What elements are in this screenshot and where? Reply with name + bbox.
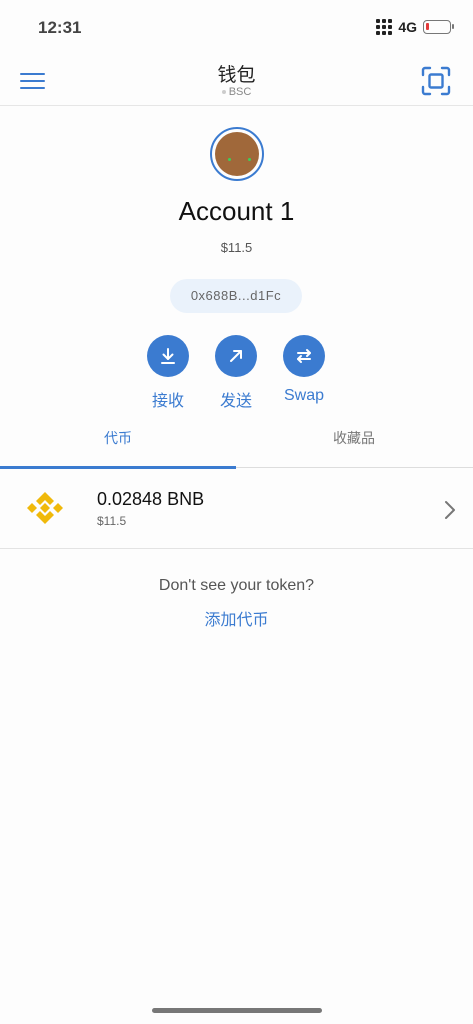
status-indicators: 4G — [376, 19, 454, 35]
signal-icon — [376, 19, 393, 35]
page-title: 钱包 — [217, 65, 256, 86]
tab-tokens[interactable]: 代币 — [0, 418, 236, 468]
network-dot-icon — [221, 90, 226, 94]
account-avatar[interactable] — [210, 127, 264, 181]
account-address[interactable]: 0x688B...d1Fc — [170, 279, 302, 313]
account-name[interactable]: Account 1 — [0, 196, 473, 227]
bnb-logo-icon — [27, 492, 63, 524]
token-row[interactable]: 0.02848 BNB $11.5 — [0, 469, 473, 549]
status-time: 12:31 — [38, 18, 82, 37]
receive-button[interactable]: 接收 — [133, 335, 203, 411]
tab-collectibles[interactable]: 收藏品 — [236, 418, 472, 468]
token-amount: 0.02848 BNB — [97, 489, 205, 509]
send-label: 发送 — [219, 393, 252, 410]
battery-icon — [423, 20, 454, 34]
scan-icon — [421, 66, 451, 96]
battery-level — [426, 23, 429, 30]
chevron-right-icon — [445, 501, 455, 519]
account-balance: $11.5 — [220, 240, 253, 255]
missing-token-prompt: Don't see your token? — [158, 577, 315, 594]
swap-label: Swap — [283, 387, 325, 404]
network-type: 4G — [398, 19, 417, 35]
status-bar: 12:31 4G — [0, 0, 473, 56]
avatar-image — [215, 132, 259, 176]
arrow-up-right-icon — [230, 350, 242, 362]
home-indicator[interactable] — [152, 1008, 322, 1013]
app-header: 钱包 BSC — [0, 56, 473, 106]
swap-icon — [297, 349, 311, 363]
receive-label: 接收 — [151, 393, 184, 410]
send-button[interactable]: 发送 — [201, 335, 271, 411]
token-fiat-value: $11.5 — [97, 514, 127, 528]
add-token-link[interactable]: 添加代币 — [0, 606, 473, 630]
download-icon — [161, 348, 175, 364]
network-name: BSC — [228, 86, 252, 98]
scan-qr-button[interactable] — [421, 66, 451, 96]
network-selector[interactable]: BSC — [0, 86, 473, 98]
asset-tabs: 代币 收藏品 — [0, 418, 473, 469]
swap-button[interactable]: Swap — [269, 335, 339, 405]
